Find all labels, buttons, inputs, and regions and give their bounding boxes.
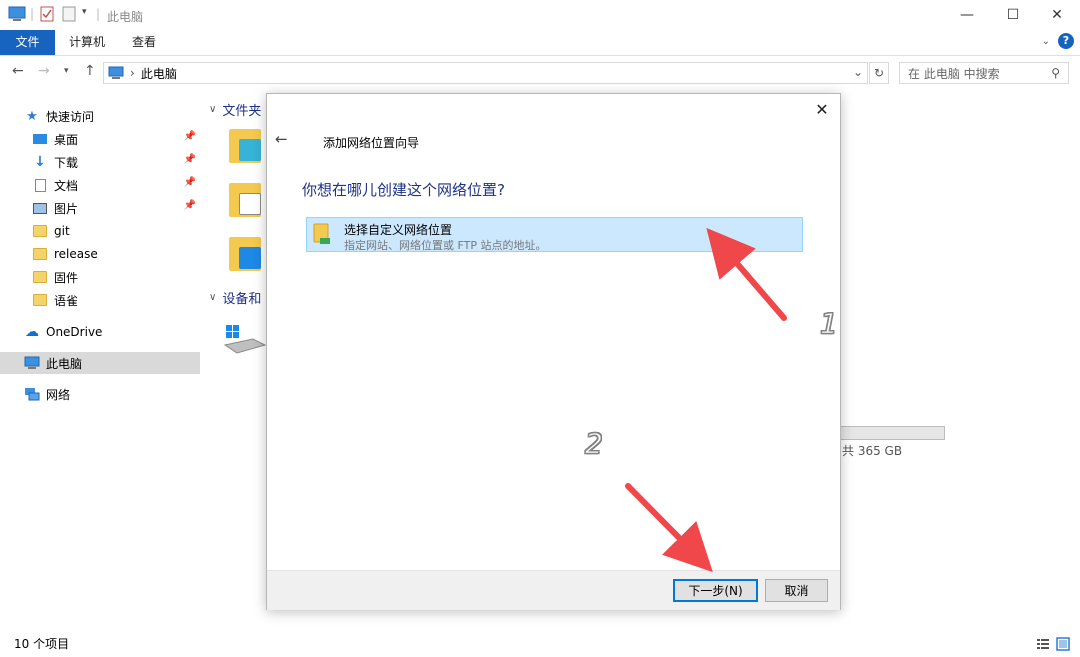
tab-computer[interactable]: 计算机 [55,30,119,55]
picture-icon [32,200,48,216]
sidebar-item-release[interactable]: release [32,243,200,265]
maximize-button[interactable]: ☐ [990,0,1036,30]
add-network-location-wizard: ✕ ← 添加网络位置向导 你想在哪儿创建这个网络位置? 选择自定义网络位置 指定… [266,93,841,610]
download-icon: ↓ [34,154,46,170]
custom-network-location-option[interactable]: 选择自定义网络位置 指定网站、网络位置或 FTP 站点的地址。 [306,217,803,252]
ribbon: 文件 计算机 查看 ⌄ ? [0,30,1080,56]
breadcrumb-this-pc[interactable]: 此电脑 [141,65,177,82]
pin-icon[interactable]: 📌 [184,131,196,142]
folder-desktop[interactable] [229,237,261,271]
sidebar-item-onedrive[interactable]: ☁ OneDrive [24,321,200,343]
large-icons-view-icon[interactable] [1056,637,1070,651]
pin-icon[interactable]: 📌 [184,200,196,211]
desktop-icon [32,131,48,147]
folder-3d-objects[interactable] [229,129,261,163]
dialog-footer: 下一步(N) 取消 [267,570,840,610]
annotation-marker-1: 1 [820,307,839,341]
group-header-devices[interactable]: ∨ 设备和 [209,288,261,307]
customize-qa-icon[interactable]: ▾ [82,7,87,17]
folder-documents[interactable] [229,183,261,217]
search-input[interactable]: 在 此电脑 中搜索 ⚲ [899,62,1069,84]
recent-locations-icon[interactable]: ▾ [64,66,69,76]
network-icon [24,386,40,402]
status-bar: 10 个项目 [0,630,1080,657]
network-folder-icon [313,223,330,244]
new-folder-icon[interactable] [62,6,76,22]
option-title: 选择自定义网络位置 [344,223,453,237]
window-title: 此电脑 [107,10,144,24]
dialog-title: 添加网络位置向导 [323,136,420,150]
sidebar-item-git[interactable]: git [32,220,200,242]
chevron-down-icon: ∨ [209,292,217,303]
folder-icon [32,246,48,262]
next-button[interactable]: 下一步(N) [673,579,758,602]
star-icon: ★ [26,108,38,124]
chevron-down-icon: ∨ [209,104,217,115]
item-count: 10 个项目 [14,637,70,651]
search-placeholder: 在 此电脑 中搜索 [908,66,1000,81]
dialog-close-button[interactable]: ✕ [812,100,832,120]
refresh-icon[interactable]: ↻ [869,62,889,84]
sidebar-item-network[interactable]: 网络 [24,383,200,405]
folder-icon [32,269,48,285]
forward-arrow-icon[interactable]: → [38,63,50,79]
option-description: 指定网站、网络位置或 FTP 站点的地址。 [344,239,547,252]
document-icon [32,177,48,193]
computer-icon [24,355,40,371]
dialog-back-arrow-icon[interactable]: ← [275,130,288,148]
sidebar-item-firmware[interactable]: 固件 [32,266,200,288]
properties-icon[interactable] [40,6,54,22]
group-header-folders[interactable]: ∨ 文件夹 [209,100,261,119]
cancel-button[interactable]: 取消 [765,579,828,602]
up-arrow-icon[interactable]: ↑ [84,63,96,79]
sidebar-item-yuque[interactable]: 语雀 [32,289,200,311]
sidebar-item-quick-access[interactable]: ★ 快速访问 [24,105,224,127]
chevron-down-icon[interactable]: ⌄ [853,65,863,79]
pin-icon[interactable]: 📌 [184,154,196,165]
close-button[interactable]: ✕ [1034,0,1080,30]
annotation-marker-2: 2 [585,427,604,461]
dialog-heading: 你想在哪儿创建这个网络位置? [302,181,505,199]
navigation-pane: ★ 快速访问 桌面 📌 ↓ 下载 📌 文档 📌 图片 📌 git release… [0,95,205,630]
sidebar-item-this-pc[interactable]: 此电脑 [0,352,200,374]
windows-drive-icon[interactable] [223,323,267,359]
details-view-icon[interactable] [1036,637,1050,651]
breadcrumb-separator[interactable]: › [130,66,135,80]
title-bar: | ▾ | 此电脑 — ☐ ✕ [0,0,1080,30]
sidebar-item-pictures[interactable]: 图片 📌 [32,197,200,219]
computer-icon[interactable] [8,6,26,22]
address-bar[interactable]: › 此电脑 ⌄ [103,62,868,84]
sidebar-item-documents[interactable]: 文档 📌 [32,174,200,196]
computer-icon [108,66,124,79]
tab-view[interactable]: 查看 [118,30,170,55]
search-icon: ⚲ [1051,66,1060,80]
sidebar-item-downloads[interactable]: ↓ 下载 📌 [32,151,200,173]
sidebar-item-desktop[interactable]: 桌面 📌 [32,128,200,150]
folder-icon [32,223,48,239]
cloud-icon: ☁ [25,324,39,340]
tab-file[interactable]: 文件 [0,30,55,55]
pin-icon[interactable]: 📌 [184,177,196,188]
help-button[interactable]: ? [1058,33,1074,49]
back-arrow-icon[interactable]: ← [12,63,24,79]
expand-ribbon-icon[interactable]: ⌄ [1042,36,1050,47]
minimize-button[interactable]: — [944,0,990,30]
disk-usage-bar [838,426,945,440]
address-row: ← → ▾ ↑ › 此电脑 ⌄ ↻ 在 此电脑 中搜索 ⚲ [0,56,1080,90]
folder-icon [32,292,48,308]
disk-capacity-text: 共 365 GB [842,444,903,458]
